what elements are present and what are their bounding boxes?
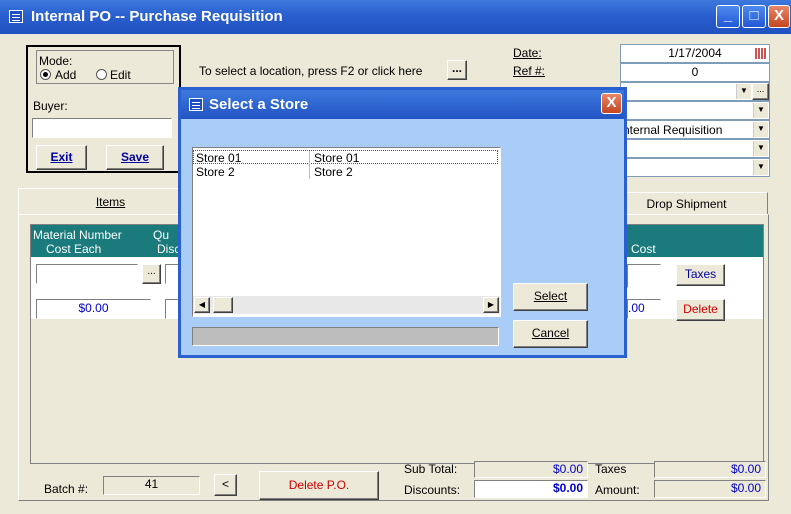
chevron-down-icon[interactable]: ▼ <box>753 141 768 156</box>
ref-label: Ref #: <box>513 64 546 78</box>
edit-label: Edit <box>110 68 131 82</box>
cost-field[interactable]: .00 <box>627 299 661 319</box>
add-label: Add <box>55 68 77 82</box>
discounts-input[interactable]: $0.00 <box>474 480 588 498</box>
col-cost-each: Cost Each <box>46 242 102 256</box>
store-code: Store 01 <box>196 151 242 165</box>
tab-drop-shipment[interactable]: Drop Shipment <box>605 192 768 214</box>
dialog-status-bar <box>192 327 499 346</box>
dropdown-2[interactable]: ▼ <box>620 101 770 120</box>
col-cost: Cost <box>631 242 656 256</box>
scroll-left-icon[interactable]: ◀ <box>194 297 210 313</box>
tab-drop-shipment-label: Drop Shipment <box>646 197 727 211</box>
tab-items-label: Items <box>95 195 126 209</box>
mode-panel: Mode: Add Edit Buyer: Exit Save <box>26 45 181 173</box>
cancel-button[interactable]: Cancel <box>513 320 588 348</box>
chevron-down-icon[interactable]: ▼ <box>736 84 751 99</box>
window-title: Internal PO -- Purchase Requisition <box>31 8 283 25</box>
chevron-down-icon[interactable]: ▼ <box>753 122 768 137</box>
cancel-button-label: Cancel <box>531 326 570 340</box>
edit-radio[interactable] <box>96 69 107 80</box>
scrollbar-thumb[interactable] <box>213 297 233 313</box>
save-button-label: Save <box>120 150 150 164</box>
batch-label: Batch #: <box>44 482 89 496</box>
mode-label: Mode: <box>39 54 73 68</box>
date-value: 1/17/2004 <box>668 46 722 60</box>
radio-dot <box>43 72 48 77</box>
store-name: Store 01 <box>309 151 359 165</box>
cost-input[interactable] <box>627 264 661 288</box>
col-material-number: Material Number <box>33 228 122 242</box>
taxes-label: Taxes <box>595 462 627 476</box>
scroll-right-icon[interactable]: ▶ <box>483 297 499 313</box>
exit-button[interactable]: Exit <box>36 145 87 170</box>
ref-field[interactable]: 0 <box>620 63 770 82</box>
dropdown-3[interactable]: nternal Requisition ▼ <box>620 120 770 139</box>
save-button[interactable]: Save <box>106 145 164 170</box>
chevron-down-icon[interactable]: ▼ <box>753 103 768 118</box>
dropdown-1-ellipsis[interactable]: ... <box>752 83 769 100</box>
discounts-label: Discounts: <box>404 483 461 497</box>
dialog-title: Select a Store <box>209 96 309 113</box>
store-code: Store 2 <box>196 165 235 179</box>
amount-value: $0.00 <box>654 480 766 498</box>
date-field[interactable]: 1/17/2004 <box>620 44 770 63</box>
buyer-input[interactable] <box>32 118 172 138</box>
prev-batch-button[interactable]: < <box>214 474 237 496</box>
dropdown-1[interactable]: ▼ ... <box>620 82 770 101</box>
store-list[interactable]: Store 01 Store 01 Store 2 Store 2 ◀ ▶ <box>192 147 501 317</box>
select-store-dialog: Select a Store X Store 01 Store 01 Store… <box>178 87 627 358</box>
store-name: Store 2 <box>309 165 353 179</box>
horizontal-scrollbar[interactable]: ◀ ▶ <box>193 296 500 314</box>
discount-input[interactable] <box>165 299 179 319</box>
batch-field: 41 <box>103 476 200 495</box>
close-button[interactable]: X <box>768 5 790 28</box>
dialog-close-button[interactable]: X <box>601 93 622 114</box>
title-bar[interactable]: Internal PO -- Purchase Requisition _ □ … <box>0 0 791 34</box>
dropdown-4[interactable]: ▼ <box>620 139 770 158</box>
tab-items[interactable]: Items <box>18 188 203 214</box>
dialog-title-bar[interactable]: Select a Store X <box>181 90 624 119</box>
location-picker-button[interactable]: ... <box>447 60 467 80</box>
cost-each-field[interactable]: $0.00 <box>36 299 151 319</box>
material-number-input[interactable] <box>36 264 138 284</box>
date-label: Date: <box>513 46 542 60</box>
dialog-window-icon <box>189 98 203 111</box>
subtotal-label: Sub Total: <box>404 462 458 476</box>
delete-line-button[interactable]: Delete <box>676 299 725 321</box>
dropdown-5[interactable]: ▼ <box>620 158 770 177</box>
maximize-button[interactable]: □ <box>742 5 766 28</box>
subtotal-value: $0.00 <box>474 461 588 478</box>
exit-button-label: Exit <box>50 150 73 164</box>
material-lookup-button[interactable]: ... <box>142 264 161 284</box>
select-button-label: Select <box>533 289 568 303</box>
window-icon <box>9 10 23 23</box>
delete-po-button[interactable]: Delete P.O. <box>259 471 379 500</box>
list-item[interactable]: Store 01 Store 01 <box>193 151 498 165</box>
amount-label: Amount: <box>595 483 640 497</box>
quantity-input[interactable] <box>165 264 179 284</box>
calendar-icon[interactable] <box>755 48 767 59</box>
taxes-button[interactable]: Taxes <box>676 264 725 286</box>
dropdown-3-value: nternal Requisition <box>623 123 723 137</box>
minimize-button[interactable]: _ <box>716 5 740 28</box>
taxes-value: $0.00 <box>654 461 766 478</box>
list-item[interactable]: Store 2 Store 2 <box>193 165 498 179</box>
col-quantity: Qu <box>153 228 170 242</box>
select-button[interactable]: Select <box>513 283 588 311</box>
col-discount: Disc <box>157 242 181 256</box>
chevron-down-icon[interactable]: ▼ <box>753 160 768 175</box>
location-hint: To select a location, press F2 or click … <box>199 64 423 78</box>
add-radio[interactable] <box>40 69 51 80</box>
buyer-label: Buyer: <box>33 99 68 113</box>
